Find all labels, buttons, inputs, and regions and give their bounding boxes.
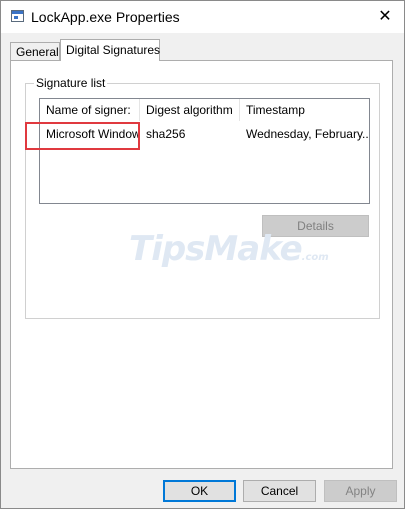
timestamp-cell: Wednesday, February... <box>246 127 369 141</box>
properties-window: LockApp.exe Properties ✕ General Digital… <box>0 0 405 509</box>
group-label: Signature list <box>34 76 108 90</box>
signature-list-group: Signature list Name of signer: Digest al… <box>25 76 380 319</box>
tab-general[interactable]: General <box>10 42 60 61</box>
tab-panel: Signature list Name of signer: Digest al… <box>10 60 393 469</box>
apply-button[interactable]: Apply <box>324 480 397 502</box>
list-row[interactable]: Microsoft Windows sha256 Wednesday, Febr… <box>40 123 369 145</box>
ok-button[interactable]: OK <box>163 480 236 502</box>
watermark-logo: TipsMake.com <box>129 229 329 269</box>
close-icon[interactable]: ✕ <box>372 4 398 30</box>
signer-cell: Microsoft Windows <box>46 127 140 141</box>
title-bar: LockApp.exe Properties ✕ <box>1 1 404 33</box>
column-header-timestamp[interactable]: Timestamp <box>240 99 369 121</box>
app-window-icon <box>11 10 24 22</box>
column-header-digest[interactable]: Digest algorithm <box>140 99 240 121</box>
digest-cell: sha256 <box>146 127 186 141</box>
column-header-signer[interactable]: Name of signer: <box>40 99 140 121</box>
list-header: Name of signer: Digest algorithm Timesta… <box>40 99 369 121</box>
window-title: LockApp.exe Properties <box>31 9 180 25</box>
tab-digital-signatures[interactable]: Digital Signatures <box>60 39 160 61</box>
watermark-brand: TipsMake <box>129 229 303 269</box>
cancel-button[interactable]: Cancel <box>243 480 316 502</box>
watermark-domain: .com <box>301 252 329 263</box>
signature-list-view[interactable]: Name of signer: Digest algorithm Timesta… <box>39 98 370 204</box>
